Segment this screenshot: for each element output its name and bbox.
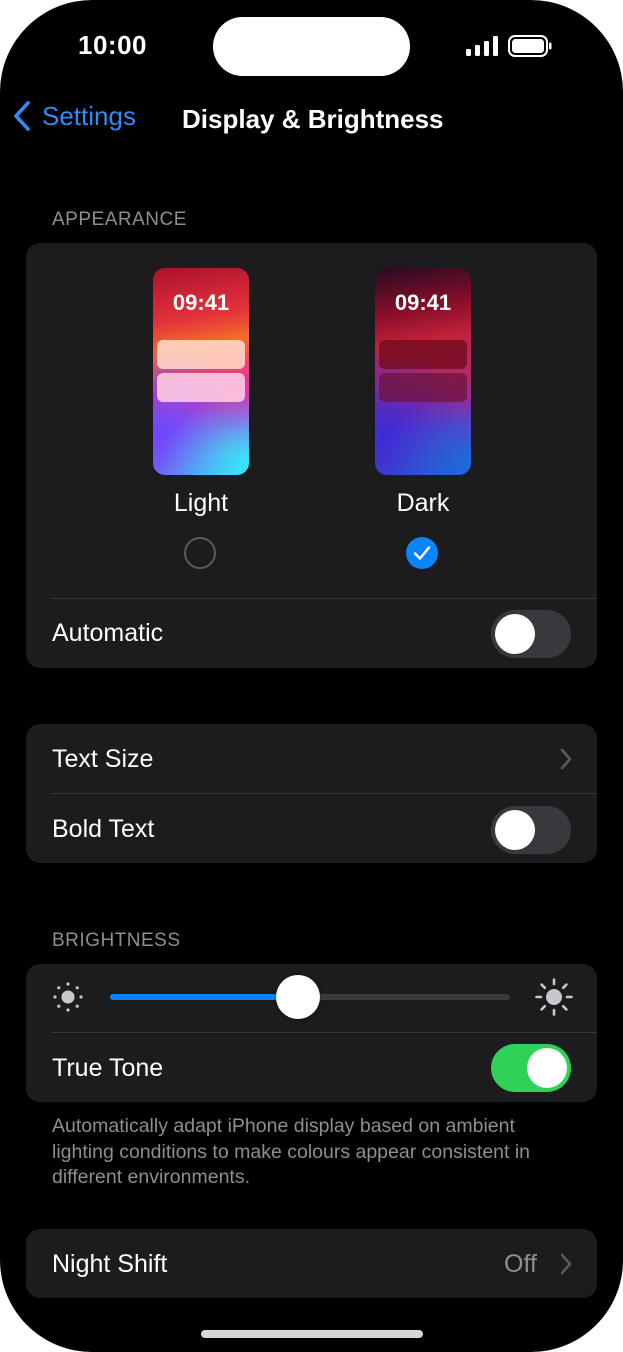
chevron-right-icon bbox=[560, 748, 572, 770]
true-tone-toggle[interactable] bbox=[491, 1044, 571, 1092]
automatic-label: Automatic bbox=[52, 619, 164, 647]
brightness-card: True Tone bbox=[26, 964, 597, 1102]
automatic-toggle[interactable] bbox=[491, 610, 571, 658]
brightness-low-icon bbox=[53, 982, 83, 1012]
dynamic-island bbox=[213, 17, 410, 76]
light-theme-preview[interactable]: 09:41 bbox=[153, 268, 249, 475]
status-time: 10:00 bbox=[78, 30, 147, 60]
cellular-signal-icon bbox=[466, 36, 498, 56]
brightness-slider[interactable] bbox=[110, 975, 510, 1019]
brightness-slider-fill bbox=[110, 994, 298, 1000]
night-shift-value: Off bbox=[504, 1250, 537, 1278]
bold-text-label: Bold Text bbox=[52, 815, 155, 843]
true-tone-label: True Tone bbox=[52, 1054, 164, 1082]
back-button-label: Settings bbox=[42, 100, 136, 131]
brightness-high-icon bbox=[535, 978, 573, 1016]
phone-screen: 10:00 Settings Display & Brightness APPE… bbox=[0, 0, 623, 1352]
chevron-left-icon bbox=[14, 101, 30, 131]
row-divider bbox=[52, 1032, 597, 1033]
light-theme-label: Light bbox=[173, 489, 229, 517]
dark-theme-label: Dark bbox=[396, 489, 450, 517]
text-size-label: Text Size bbox=[52, 745, 154, 773]
checkmark-icon bbox=[413, 546, 431, 560]
brightness-section-label: BRIGHTNESS bbox=[52, 930, 181, 951]
back-button[interactable]: Settings bbox=[12, 100, 136, 132]
dark-theme-radio[interactable] bbox=[406, 537, 438, 569]
bold-text-toggle[interactable] bbox=[491, 806, 571, 854]
dark-preview-widget bbox=[379, 373, 467, 402]
light-theme-radio[interactable] bbox=[184, 537, 216, 569]
page-title: Display & Brightness bbox=[182, 104, 444, 134]
dark-preview-widget bbox=[379, 340, 467, 369]
light-preview-time: 09:41 bbox=[172, 290, 230, 315]
true-tone-description: Automatically adapt iPhone display based… bbox=[52, 1115, 531, 1188]
dark-preview-time: 09:41 bbox=[394, 290, 452, 315]
text-size-row[interactable]: Text Size bbox=[26, 724, 597, 793]
text-settings-card: Text Size Bold Text bbox=[26, 724, 597, 863]
light-preview-widget bbox=[157, 340, 245, 369]
row-divider bbox=[52, 598, 597, 599]
home-indicator[interactable] bbox=[201, 1330, 423, 1338]
row-divider bbox=[52, 793, 597, 794]
appearance-card: 09:41 09:41 Light Dark Automatic bbox=[26, 243, 597, 668]
brightness-slider-thumb[interactable] bbox=[276, 975, 320, 1019]
battery-icon bbox=[508, 35, 552, 57]
appearance-section-label: APPEARANCE bbox=[52, 209, 187, 230]
light-preview-widget bbox=[157, 373, 245, 402]
night-shift-label: Night Shift bbox=[52, 1250, 168, 1278]
dark-theme-preview[interactable]: 09:41 bbox=[375, 268, 471, 475]
chevron-right-icon bbox=[560, 1253, 572, 1275]
night-shift-row[interactable]: Night Shift Off bbox=[26, 1229, 597, 1298]
